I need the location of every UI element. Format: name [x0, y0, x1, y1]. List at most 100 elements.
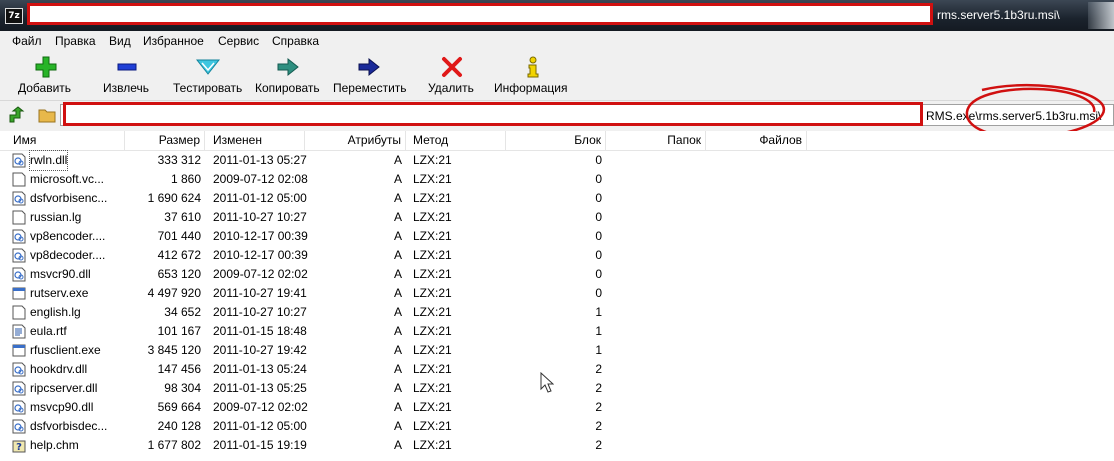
info-icon — [527, 56, 539, 78]
file-attributes: A — [393, 172, 402, 186]
file-icon — [12, 305, 26, 320]
file-block: 1 — [595, 324, 602, 338]
file-block: 0 — [595, 191, 602, 205]
file-method: LZX:21 — [413, 381, 452, 395]
col-files[interactable]: Файлов — [706, 131, 807, 150]
file-block: 2 — [595, 419, 602, 433]
file-name: rutserv.exe — [30, 286, 89, 300]
table-row[interactable]: english.lg 34 652 2011-10-27 10:27 A LZX:21 1 — [0, 303, 1114, 322]
exe-icon — [12, 344, 26, 357]
column-header: Имя Размер Изменен Атрибуты Метод Блок П… — [0, 131, 1114, 151]
add-button[interactable]: Добавить — [16, 50, 76, 100]
menu-edit[interactable]: Правка — [55, 34, 96, 48]
file-block: 0 — [595, 286, 602, 300]
file-block: 1 — [595, 343, 602, 357]
table-row[interactable]: dsfvorbisdec... 240 128 2011-01-12 05:00 A L… — [0, 417, 1114, 436]
delete-label: Удалить — [428, 81, 474, 95]
menu-help[interactable]: Справка — [272, 34, 319, 48]
file-method: LZX:21 — [413, 229, 452, 243]
info-button[interactable]: Информация — [493, 50, 573, 100]
dll-icon — [12, 267, 26, 282]
file-modified: 2011-10-27 19:41 — [213, 286, 307, 300]
file-size: 1 860 — [170, 172, 201, 186]
file-name: ripcserver.dll — [30, 381, 98, 395]
menu-favorites[interactable]: Избранное — [143, 34, 204, 48]
dll-icon — [12, 400, 26, 415]
extract-button[interactable]: Извлечь — [98, 50, 158, 100]
copy-button[interactable]: Копировать — [254, 50, 324, 100]
file-name: rwln.dll — [28, 150, 69, 171]
table-row[interactable]: vp8decoder.... 412 672 2010-12-17 00:39 A LZ… — [0, 246, 1114, 265]
file-method: LZX:21 — [413, 286, 452, 300]
col-folders[interactable]: Папок — [606, 131, 706, 150]
file-size: 701 440 — [157, 229, 201, 243]
file-icon — [12, 210, 26, 225]
file-block: 1 — [595, 305, 602, 319]
table-row[interactable]: hookdrv.dll 147 456 2011-01-13 05:24 A LZX:2… — [0, 360, 1114, 379]
col-size[interactable]: Размер — [125, 131, 205, 150]
file-icon — [12, 172, 26, 187]
file-modified: 2011-10-27 19:42 — [213, 343, 307, 357]
svg-text:?: ? — [16, 442, 22, 453]
file-modified: 2011-10-27 10:27 — [213, 305, 307, 319]
table-row[interactable]: rwln.dll 333 312 2011-01-13 05:27 A LZX:21 0 — [0, 150, 1114, 171]
file-name: msvcp90.dll — [30, 400, 94, 414]
menu-tools[interactable]: Сервис — [218, 34, 259, 48]
table-row[interactable]: msvcp90.dll 569 664 2009-07-12 02:02 A LZX:2… — [0, 398, 1114, 417]
delete-button[interactable]: Удалить — [424, 50, 480, 100]
table-row[interactable]: rfusclient.exe 3 845 120 2011-10-27 19:42 A… — [0, 341, 1114, 360]
col-name[interactable]: Имя — [0, 131, 125, 150]
file-block: 0 — [595, 172, 602, 186]
file-size: 3 845 120 — [147, 343, 201, 357]
extract-icon — [117, 63, 137, 71]
up-folder-icon[interactable] — [8, 106, 26, 124]
window-controls-area[interactable] — [1088, 2, 1114, 29]
file-block: 0 — [595, 267, 602, 281]
file-name: eula.rtf — [30, 324, 67, 338]
file-method: LZX:21 — [413, 210, 452, 224]
dll-icon — [12, 419, 26, 434]
table-row[interactable]: ripcserver.dll 98 304 2011-01-13 05:25 A LZX… — [0, 379, 1114, 398]
app-icon: 7z — [5, 8, 23, 24]
file-modified: 2009-07-12 02:02 — [213, 400, 308, 414]
table-row[interactable]: dsfvorbisenc... 1 690 624 2011-01-12 05:00… — [0, 189, 1114, 208]
file-attributes: A — [393, 343, 402, 357]
move-button[interactable]: Переместить — [332, 50, 412, 100]
file-modified: 2009-07-12 02:02 — [213, 267, 308, 281]
col-modified[interactable]: Изменен — [205, 131, 305, 150]
file-modified: 2011-01-13 05:25 — [213, 381, 307, 395]
file-size: 240 128 — [157, 419, 201, 433]
file-name: hookdrv.dll — [30, 362, 88, 376]
copy-label: Копировать — [255, 81, 320, 95]
table-row[interactable]: rutserv.exe 4 497 920 2011-10-27 19:41 A LZX… — [0, 284, 1114, 303]
table-row[interactable]: vp8encoder.... 701 440 2010-12-17 00:39 A LZ… — [0, 227, 1114, 246]
file-attributes: A — [393, 362, 402, 376]
copy-icon — [277, 57, 299, 77]
file-name: russian.lg — [30, 210, 82, 224]
table-row[interactable]: ? help.chm 1 677 802 2011-01-15 19:19 A LZX:2… — [0, 436, 1114, 455]
extract-label: Извлечь — [103, 81, 150, 95]
file-attributes: A — [393, 400, 402, 414]
menu-bar: Файл Правка Вид Избранное Сервис Справка — [0, 31, 1114, 51]
file-size: 147 456 — [157, 362, 201, 376]
table-row[interactable]: msvcr90.dll 653 120 2009-07-12 02:02 A LZX:2… — [0, 265, 1114, 284]
file-name: dsfvorbisdec... — [30, 419, 108, 433]
menu-view[interactable]: Вид — [109, 34, 131, 48]
table-row[interactable]: russian.lg 37 610 2011-10-27 10:27 A LZX:21 0 — [0, 208, 1114, 227]
table-row[interactable]: eula.rtf 101 167 2011-01-15 18:48 A LZX:21 1 — [0, 322, 1114, 341]
file-method: LZX:21 — [413, 400, 452, 414]
file-attributes: A — [393, 191, 402, 205]
file-method: LZX:21 — [413, 305, 452, 319]
col-method[interactable]: Метод — [406, 131, 506, 150]
table-row[interactable]: microsoft.vc... 1 860 2009-07-12 02:08 A LZX… — [0, 170, 1114, 189]
file-size: 4 497 920 — [147, 286, 201, 300]
file-size: 412 672 — [157, 248, 201, 262]
test-button[interactable]: Тестировать — [170, 50, 246, 100]
file-size: 1 677 802 — [147, 438, 201, 452]
menu-file[interactable]: Файл — [12, 34, 42, 48]
col-block[interactable]: Блок — [506, 131, 606, 150]
file-method: LZX:21 — [413, 438, 452, 452]
rtf-icon — [12, 324, 26, 339]
col-attributes[interactable]: Атрибуты — [305, 131, 406, 150]
toolbar: Добавить Извлечь Тестировать Копировать … — [0, 50, 1114, 100]
